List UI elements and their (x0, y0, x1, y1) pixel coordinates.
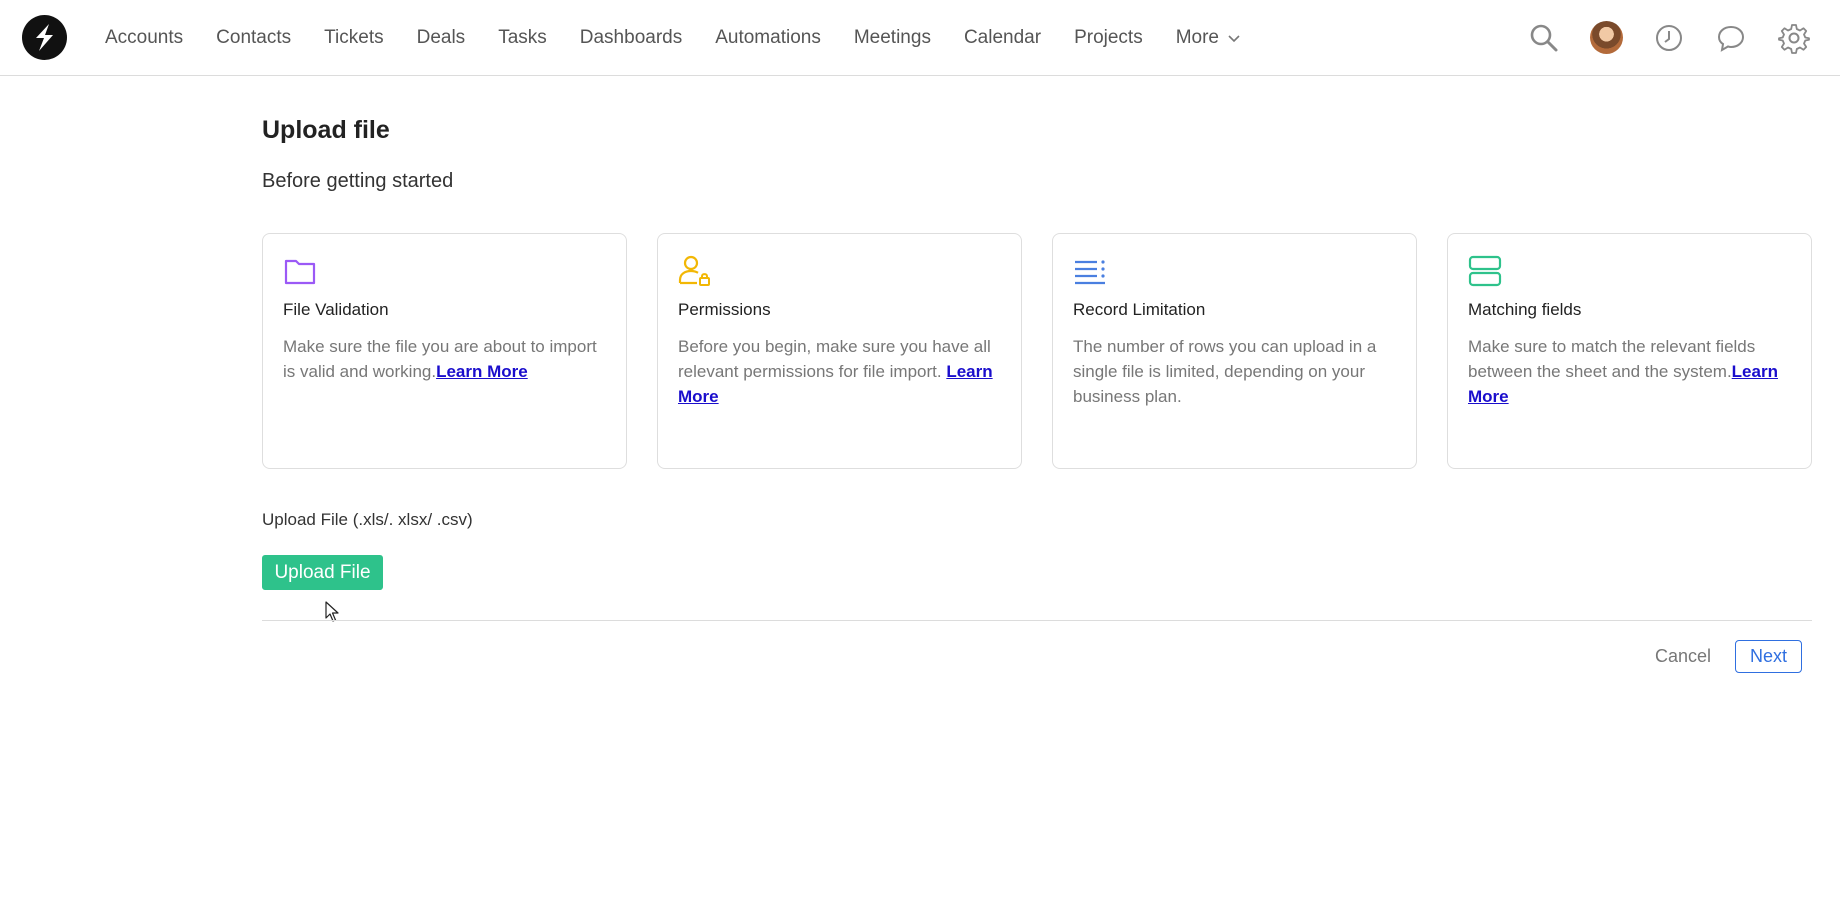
list-icon (1075, 260, 1105, 285)
card-record-limitation: Record Limitation The number of rows you… (1052, 233, 1417, 469)
top-navigation-bar: Accounts Contacts Tickets Deals Tasks Da… (0, 0, 1840, 76)
learn-more-link[interactable]: Learn More (436, 362, 528, 381)
nav-item-automations[interactable]: Automations (715, 27, 821, 49)
user-avatar[interactable] (1590, 21, 1623, 54)
chat-bubble-icon[interactable] (1715, 22, 1747, 54)
nav-item-dashboards[interactable]: Dashboards (580, 27, 682, 49)
cancel-button[interactable]: Cancel (1655, 646, 1711, 667)
folder-icon (284, 259, 316, 285)
card-description: Make sure the file you are about to impo… (283, 334, 606, 384)
card-description: Before you begin, make sure you have all… (678, 334, 1001, 409)
chevron-down-icon (1228, 35, 1240, 43)
nav-item-accounts[interactable]: Accounts (105, 27, 183, 49)
nav-item-contacts[interactable]: Contacts (216, 27, 291, 49)
upload-file-button[interactable]: Upload File (262, 555, 383, 590)
nav-item-projects[interactable]: Projects (1074, 27, 1143, 49)
nav-more-menu[interactable]: More (1176, 27, 1241, 49)
nav-item-meetings[interactable]: Meetings (854, 27, 931, 49)
main-nav: Accounts Contacts Tickets Deals Tasks Da… (105, 0, 1241, 76)
nav-more-label: More (1175, 27, 1219, 48)
rows-icon (1468, 255, 1502, 287)
card-title: Record Limitation (1073, 300, 1206, 319)
card-description: Make sure to match the relevant fields b… (1468, 334, 1791, 409)
app-logo[interactable] (22, 15, 67, 60)
next-button[interactable]: Next (1735, 640, 1802, 673)
upload-file-label: Upload File (.xls/. xlsx/ .csv) (262, 510, 473, 529)
page-title: Upload file (262, 116, 390, 144)
card-title: Permissions (678, 300, 771, 319)
card-file-validation: File Validation Make sure the file you a… (262, 233, 627, 469)
search-icon[interactable] (1528, 22, 1560, 54)
footer-divider (262, 620, 1812, 621)
card-permissions: Permissions Before you begin, make sure … (657, 233, 1022, 469)
bolt-logo-icon (36, 24, 53, 51)
nav-item-tickets[interactable]: Tickets (324, 27, 383, 49)
card-text: Before you begin, make sure you have all… (678, 337, 991, 381)
user-lock-icon (678, 255, 710, 286)
clock-icon[interactable] (1653, 22, 1685, 54)
card-title: File Validation (283, 300, 389, 319)
nav-item-deals[interactable]: Deals (417, 27, 466, 49)
card-text: Make sure to match the relevant fields b… (1468, 337, 1756, 381)
card-description: The number of rows you can upload in a s… (1073, 334, 1396, 409)
info-cards: File Validation Make sure the file you a… (262, 233, 1812, 469)
nav-item-calendar[interactable]: Calendar (964, 27, 1041, 49)
nav-item-tasks[interactable]: Tasks (498, 27, 547, 49)
gear-icon[interactable] (1778, 22, 1810, 54)
card-matching-fields: Matching fields Make sure to match the r… (1447, 233, 1812, 469)
card-title: Matching fields (1468, 300, 1582, 319)
card-text: The number of rows you can upload in a s… (1073, 337, 1377, 406)
page-subtitle: Before getting started (262, 170, 454, 192)
